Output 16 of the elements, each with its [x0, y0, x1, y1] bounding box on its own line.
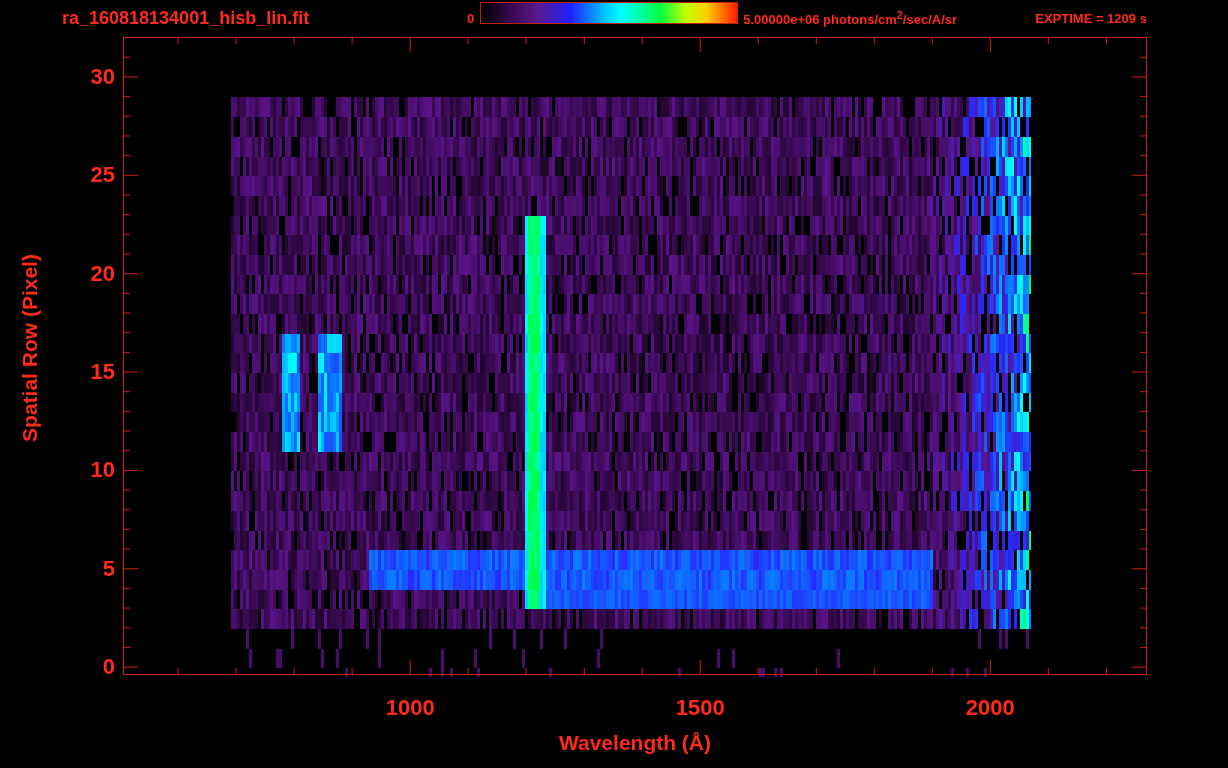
- x-tick-label: 1000: [385, 695, 435, 721]
- colorbar-min-label: 0: [467, 11, 475, 26]
- y-tick-label: 5: [102, 555, 115, 582]
- y-axis-label: Spatial Row (Pixel): [18, 254, 42, 442]
- y-tick-label: 25: [90, 162, 115, 189]
- y-tick-label: 30: [90, 63, 115, 90]
- y-tick-label: 20: [90, 260, 115, 287]
- y-tick-label: 0: [102, 654, 115, 681]
- x-tick-label: 2000: [965, 695, 1015, 721]
- y-tick-label: 15: [90, 359, 115, 386]
- x-tick-label: 1500: [675, 695, 725, 721]
- colorbar-max-label: 5.00000e+06 photons/cm$^{2}$/sec/A/sr: [743, 9, 959, 28]
- file-name: ra_160818134001_hisb_lin.fit: [62, 8, 311, 29]
- exposure-time: EXPTIME = 1209 s: [1035, 11, 1147, 26]
- y-tick-label: 10: [90, 457, 115, 484]
- x-axis-label: Wavelength (Å): [558, 731, 712, 755]
